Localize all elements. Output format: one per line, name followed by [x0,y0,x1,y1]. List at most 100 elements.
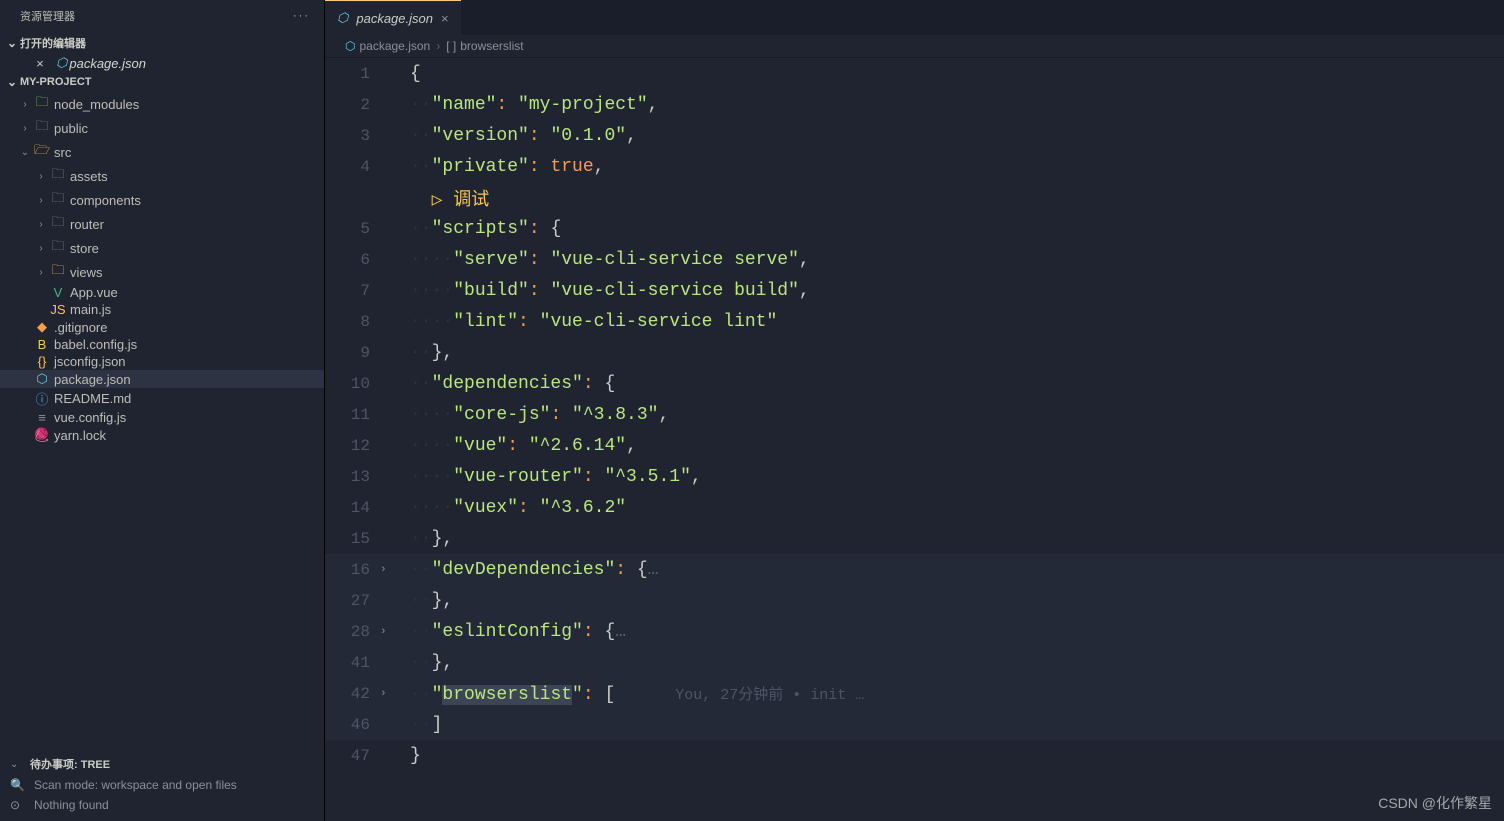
code-line[interactable]: 10··"dependencies": { [325,368,1504,399]
code-content: ··"browserslist": [You, 27分钟前 • init … [400,683,1504,705]
code-line[interactable]: 46··] [325,709,1504,740]
folder-icon: 🗀 [48,165,68,187]
code-content: { [400,64,1504,84]
code-line[interactable]: 4··"private": true, [325,151,1504,182]
line-number: 5 [325,220,380,238]
code-line[interactable]: 8····"lint": "vue-cli-service lint" [325,306,1504,337]
line-number: 7 [325,282,380,300]
code-line[interactable]: 2 ··"name": "my-project", [325,89,1504,120]
code-content: ··"eslintConfig": {… [400,622,1504,642]
tree-label: public [52,121,88,136]
open-editors-section[interactable]: ⌄ 打开的编辑器 [0,32,324,54]
code-line[interactable]: ▷ 调试 [325,182,1504,213]
code-line[interactable]: 3··"version": "0.1.0", [325,120,1504,151]
folder-item[interactable]: ›🗀public [0,116,324,140]
line-number: 16 [325,561,380,579]
file-icon: ≡ [32,410,52,425]
code-line[interactable]: 28›··"eslintConfig": {… [325,616,1504,647]
file-item[interactable]: Bbabel.config.js [0,336,324,353]
file-item[interactable]: ⓘREADME.md [0,388,324,409]
code-line[interactable]: 16›··"devDependencies": {… [325,554,1504,585]
file-item[interactable]: JSmain.js [0,301,324,318]
code-line[interactable]: 47} [325,740,1504,771]
fold-icon[interactable]: › [380,688,400,700]
fold-icon[interactable]: › [380,626,400,638]
line-number: 3 [325,127,380,145]
line-number: 41 [325,654,380,672]
file-item[interactable]: 🧶yarn.lock [0,426,324,444]
code-content: ··"name": "my-project", [400,95,1504,115]
tree-label: jsconfig.json [52,354,126,369]
code-content: ··"scripts": { [400,219,1504,239]
chevron-right-icon: › [34,243,48,254]
tree-label: babel.config.js [52,337,137,352]
code-editor[interactable]: 1{ 2 ··"name": "my-project", 3··"version": … [325,58,1504,821]
file-tree: ›🗀node_modules›🗀public⌄🗁src›🗀assets›🗀com… [0,92,324,444]
tree-label: assets [68,169,108,184]
folder-item[interactable]: ›🗀views [0,260,324,284]
folder-item[interactable]: ›🗀store [0,236,324,260]
chevron-right-icon: › [34,267,48,278]
tab-label: package.json [356,11,433,26]
file-item[interactable]: ⬡package.json [0,370,324,388]
code-line[interactable]: 6····"serve": "vue-cli-service serve", [325,244,1504,275]
tree-label: views [68,265,103,280]
code-line[interactable]: 11····"core-js": "^3.8.3", [325,399,1504,430]
tree-label: package.json [52,372,131,387]
close-icon[interactable]: × [441,11,449,26]
code-line[interactable]: 9··}, [325,337,1504,368]
project-section[interactable]: ⌄ MY-PROJECT [0,72,324,92]
folder-item[interactable]: ⌄🗁src [0,140,324,164]
code-content: ··}, [400,591,1504,611]
code-line[interactable]: 12····"vue": "^2.6.14", [325,430,1504,461]
file-icon: ◆ [32,319,52,335]
open-editor-item[interactable]: × ⬡ package.json [0,54,324,72]
debug-codelens[interactable]: 调试 [453,191,489,211]
folder-icon: 🗀 [48,237,68,259]
code-line[interactable]: 14····"vuex": "^3.6.2" [325,492,1504,523]
code-content: ··] [400,715,1504,735]
open-editors-label: 打开的编辑器 [20,35,86,51]
code-line[interactable]: 5 ··"scripts": { [325,213,1504,244]
code-line[interactable]: 27··}, [325,585,1504,616]
chevron-down-icon: ⌄ [10,759,22,770]
code-line[interactable]: 13····"vue-router": "^3.5.1", [325,461,1504,492]
explorer-title: 资源管理器 [20,8,75,24]
todo-section[interactable]: ⌄ 待办事项: TREE [10,753,314,775]
close-icon[interactable]: × [36,56,56,71]
folder-item[interactable]: ›🗀assets [0,164,324,188]
folder-icon: 🗀 [48,261,68,283]
code-line[interactable]: 41··}, [325,647,1504,678]
code-content: ····"vue": "^2.6.14", [400,436,1504,456]
tree-label: App.vue [68,285,118,300]
file-icon: B [32,337,52,352]
folder-item[interactable]: ›🗀components [0,188,324,212]
code-line[interactable]: 1{ [325,58,1504,89]
nothing-found-label: Nothing found [34,798,109,812]
tree-label: router [68,217,104,232]
folder-item[interactable]: ›🗀node_modules [0,92,324,116]
tab-package-json[interactable]: ⬡ package.json × [325,0,461,35]
clock-icon: ⊙ [10,798,26,812]
folder-item[interactable]: ›🗀router [0,212,324,236]
hexagon-icon: ⬡ [345,39,355,53]
breadcrumb[interactable]: ⬡package.json › [ ]browserslist [325,35,1504,58]
code-line[interactable]: 42›··"browserslist": [You, 27分钟前 • init … [325,678,1504,709]
line-number: 2 [325,96,380,114]
tree-label: .gitignore [52,320,107,335]
explorer-more-icon[interactable]: ··· [293,10,310,22]
hexagon-icon: ⬡ [337,10,348,26]
folder-icon: 🗀 [48,213,68,235]
file-item[interactable]: ◆.gitignore [0,318,324,336]
file-item[interactable]: VApp.vue [0,284,324,301]
chevron-right-icon: › [436,39,440,53]
scan-mode-row[interactable]: 🔍 Scan mode: workspace and open files [10,775,314,795]
play-icon[interactable]: ▷ [410,191,453,211]
code-line[interactable]: 7····"build": "vue-cli-service build", [325,275,1504,306]
file-item[interactable]: {}jsconfig.json [0,353,324,370]
line-number: 10 [325,375,380,393]
tree-label: components [68,193,141,208]
file-item[interactable]: ≡vue.config.js [0,409,324,426]
fold-icon[interactable]: › [380,564,400,576]
code-line[interactable]: 15··}, [325,523,1504,554]
